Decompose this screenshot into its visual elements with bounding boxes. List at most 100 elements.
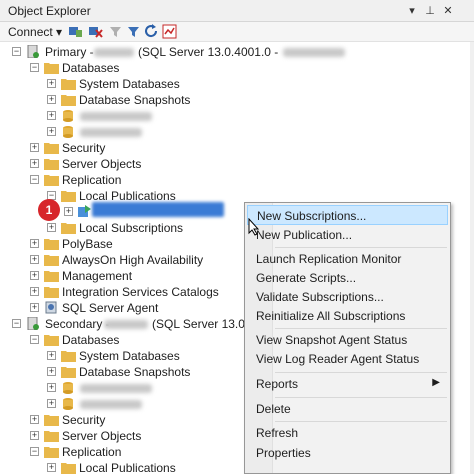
expand-toggle[interactable]: +	[64, 207, 73, 216]
expand-toggle[interactable]: +	[47, 127, 56, 136]
node-label: Server Objects	[62, 157, 142, 171]
tree-node-security[interactable]: + Security	[0, 140, 474, 156]
folder-icon	[61, 191, 76, 202]
tree-node-databases[interactable]: − Databases	[0, 60, 474, 76]
disconnect-icon[interactable]	[88, 24, 103, 39]
tree-node-replication[interactable]: − Replication	[0, 172, 474, 188]
menu-item-reports[interactable]: Reports ▶	[247, 374, 448, 394]
publication-icon	[78, 205, 91, 217]
expand-toggle[interactable]: +	[47, 223, 56, 232]
menu-item-delete[interactable]: Delete	[247, 399, 448, 419]
expand-toggle[interactable]: +	[30, 239, 39, 248]
menu-item-generate-scripts[interactable]: Generate Scripts...	[247, 268, 448, 288]
expand-toggle[interactable]: +	[30, 287, 39, 296]
tree-node-database[interactable]: +	[0, 124, 474, 140]
folder-icon	[44, 431, 59, 442]
node-label: Local Publications	[79, 461, 176, 474]
tree-node-server-objects[interactable]: + Server Objects	[0, 156, 474, 172]
expand-toggle[interactable]: +	[30, 255, 39, 264]
expand-toggle[interactable]: +	[47, 351, 56, 360]
node-label: Local Subscriptions	[79, 221, 184, 235]
collapse-toggle[interactable]: −	[30, 335, 39, 344]
node-label: Databases	[62, 61, 120, 75]
node-label: AlwaysOn High Availability	[62, 253, 204, 267]
collapse-toggle[interactable]: −	[30, 175, 39, 184]
folder-icon	[61, 367, 76, 378]
server-version-label: (SQL Server 13.0.4001.0 -	[138, 45, 279, 59]
server-name-label: Primary -	[45, 45, 94, 59]
menu-item-properties[interactable]: Properties	[247, 443, 448, 463]
server-version-label: (SQL Server 13.0	[152, 317, 245, 331]
menu-item-view-snapshot-agent[interactable]: View Snapshot Agent Status	[247, 330, 448, 350]
folder-icon	[44, 143, 59, 154]
expand-toggle[interactable]: +	[30, 271, 39, 280]
menu-item-new-publication[interactable]: New Publication...	[247, 225, 448, 245]
menu-item-label: Properties	[256, 446, 311, 460]
menu-item-label: Refresh	[256, 426, 299, 440]
menu-item-reinitialize-all[interactable]: Reinitialize All Subscriptions	[247, 306, 448, 326]
collapse-toggle[interactable]: −	[30, 63, 39, 72]
collapse-toggle[interactable]: −	[12, 319, 21, 328]
tree-node-database-snapshots[interactable]: + Database Snapshots	[0, 92, 474, 108]
connect-icon[interactable]	[68, 24, 83, 39]
tree-node-primary-server[interactable]: − Primary - (SQL Server 13.0.4001.0 -	[0, 44, 474, 60]
panel-title: Object Explorer	[8, 4, 91, 18]
node-label: Security	[62, 141, 106, 155]
vertical-scrollbar[interactable]	[470, 42, 474, 474]
redacted-text	[283, 48, 345, 57]
menu-item-label: View Log Reader Agent Status	[256, 352, 420, 366]
expand-toggle[interactable]: +	[47, 95, 56, 104]
expand-toggle[interactable]: +	[30, 303, 39, 312]
folder-icon	[61, 95, 76, 106]
expand-toggle[interactable]: +	[47, 463, 56, 472]
collapse-toggle[interactable]: −	[30, 447, 39, 456]
folder-icon	[44, 255, 59, 266]
node-label: Database Snapshots	[79, 93, 191, 107]
menu-item-label: Delete	[256, 402, 291, 416]
expand-toggle[interactable]: +	[30, 159, 39, 168]
connect-button[interactable]: Connect ▾	[8, 25, 62, 39]
explorer-toolbar: Connect ▾	[0, 22, 474, 42]
expand-toggle[interactable]: +	[30, 431, 39, 440]
folder-icon	[44, 287, 59, 298]
menu-item-label: Launch Replication Monitor	[256, 252, 402, 266]
node-label: Replication	[62, 173, 122, 187]
filter-settings-icon[interactable]	[126, 24, 141, 39]
expand-toggle[interactable]: +	[47, 111, 56, 120]
window-position-icon[interactable]: ▾	[404, 3, 420, 19]
auto-hide-icon[interactable]: ⊥	[422, 3, 438, 19]
menu-separator	[275, 372, 447, 373]
expand-toggle[interactable]: +	[47, 383, 56, 392]
server-icon	[27, 317, 39, 330]
expand-toggle[interactable]: +	[47, 79, 56, 88]
collapse-toggle[interactable]: −	[12, 47, 21, 56]
tree-node-system-databases[interactable]: + System Databases	[0, 76, 474, 92]
folder-icon	[44, 335, 59, 346]
redacted-text	[80, 128, 142, 137]
menu-item-launch-replication-monitor[interactable]: Launch Replication Monitor	[247, 249, 448, 269]
expand-toggle[interactable]: +	[30, 143, 39, 152]
menu-item-validate-subscriptions[interactable]: Validate Subscriptions...	[247, 287, 448, 307]
expand-toggle[interactable]: +	[47, 367, 56, 376]
filter-icon[interactable]	[108, 24, 123, 39]
menu-item-refresh[interactable]: Refresh	[247, 423, 448, 443]
node-label: System Databases	[79, 77, 180, 91]
menu-item-view-log-reader[interactable]: View Log Reader Agent Status	[247, 349, 448, 369]
activity-monitor-icon[interactable]	[162, 24, 177, 39]
submenu-arrow-icon: ▶	[432, 377, 440, 388]
node-label: PolyBase	[62, 237, 113, 251]
server-name-label: Secondary -	[45, 317, 110, 331]
expand-toggle[interactable]: +	[47, 399, 56, 408]
node-label: Security	[62, 413, 106, 427]
node-label: Integration Services Catalogs	[62, 285, 219, 299]
folder-icon	[44, 415, 59, 426]
close-icon[interactable]: ✕	[440, 3, 456, 19]
node-label: Local Publications	[79, 189, 176, 203]
expand-toggle[interactable]: +	[30, 415, 39, 424]
database-icon	[63, 398, 73, 410]
selected-publication-name[interactable]	[92, 202, 224, 217]
menu-item-new-subscriptions[interactable]: New Subscriptions...	[247, 205, 448, 225]
refresh-icon[interactable]	[144, 24, 159, 39]
menu-separator	[275, 247, 447, 248]
tree-node-database[interactable]: +	[0, 108, 474, 124]
